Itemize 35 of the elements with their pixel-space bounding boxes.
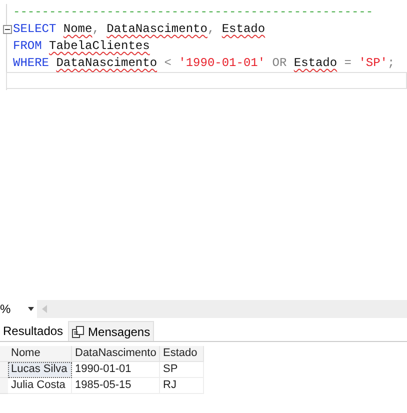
table-cell: 1990-01-01 [72, 362, 160, 378]
identifier: Estado [222, 21, 266, 38]
identifier: DataNascimento [106, 21, 208, 38]
code-symbol: ; [388, 55, 395, 72]
identifier: TabelaClientes [49, 38, 150, 55]
sql-keyword: SELECT [13, 21, 56, 38]
string-literal: '1990-01-01' [178, 55, 266, 72]
code-symbol: OR [271, 55, 288, 72]
result-tab[interactable]: Mensagens [68, 321, 154, 341]
row-header[interactable] [0, 378, 8, 394]
string-literal: 'SP' [358, 55, 388, 72]
messages-icon [72, 326, 84, 338]
code-symbol: = [343, 55, 352, 72]
table-cell: Julia Costa [8, 378, 72, 394]
column-header[interactable]: DataNascimento [72, 346, 160, 362]
zoom-dropdown[interactable]: % [0, 300, 37, 318]
code-comment: -------------------------------------------------- [13, 4, 374, 21]
collapse-icon[interactable] [3, 25, 12, 34]
column-header[interactable]: Nome [8, 346, 72, 362]
column-header[interactable]: Estado [160, 346, 204, 362]
table-cell: RJ [160, 378, 204, 394]
code-symbol: < [163, 55, 172, 72]
scroll-left-icon[interactable] [42, 305, 47, 313]
table-cell: SP [160, 362, 204, 378]
caret-icon [28, 307, 34, 311]
identifier: Nome [63, 21, 92, 38]
table-cell: 1985-05-15 [72, 378, 160, 394]
sql-keyword: WHERE [13, 55, 50, 72]
identifier: DataNascimento [56, 55, 158, 72]
table-cell: Lucas Silva [8, 362, 72, 378]
code-symbol: , [92, 21, 100, 38]
identifier: Estado [294, 55, 338, 72]
sql-keyword: FROM [13, 38, 42, 55]
row-header[interactable] [0, 362, 8, 378]
code-symbol: , [207, 21, 216, 38]
